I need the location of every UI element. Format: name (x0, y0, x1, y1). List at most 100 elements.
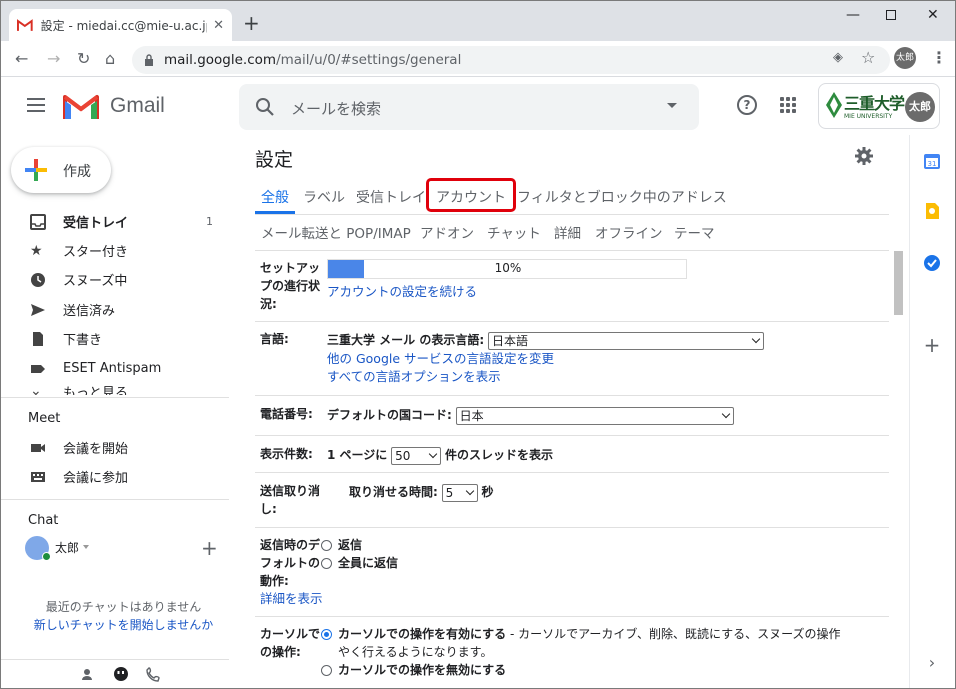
caret-down-icon[interactable] (83, 545, 89, 549)
settings-tabs-row1: 全般 ラベル 受信トレイ アカウント フィルタとブロック中のアドレス (255, 181, 889, 215)
nav-item-snoozed[interactable]: スヌーズ中 (1, 265, 229, 294)
search-input[interactable]: メールを検索 (291, 98, 381, 119)
chrome-menu-icon[interactable]: ⋮ (931, 48, 947, 67)
add-chat-icon[interactable]: + (201, 536, 218, 560)
add-addon-icon[interactable]: + (922, 335, 942, 355)
chat-user[interactable]: 太郎 + (25, 536, 225, 562)
minimize-icon[interactable]: — (846, 7, 860, 23)
search-icon[interactable] (255, 97, 275, 117)
start-chat-link[interactable]: 新しいチャットを開始しませんか (1, 616, 246, 633)
cursor-option-enable[interactable]: カーソルでの操作を有効にする - カーソルでアーカイブ、削除、既読にする、スヌー… (321, 625, 887, 643)
radio-reply[interactable] (321, 540, 332, 551)
back-icon[interactable]: ← (15, 49, 28, 68)
calendar-icon[interactable]: 31 (922, 151, 942, 171)
hangouts-icon[interactable] (114, 667, 128, 681)
person-icon[interactable] (82, 669, 92, 680)
setting-label: カーソルで の操作: (260, 627, 321, 659)
scrollbar-thumb[interactable] (894, 251, 903, 315)
tab-labels[interactable]: ラベル (303, 187, 345, 207)
window-close-icon[interactable]: ✕ (927, 7, 939, 23)
show-details-link[interactable]: 詳細を表示 (260, 590, 323, 607)
country-code-select[interactable]: 日本 (455, 406, 734, 425)
continue-setup-link[interactable]: アカウントの設定を続ける (327, 283, 477, 300)
tab-addons[interactable]: アドオン (420, 222, 474, 242)
language-select[interactable]: 日本語 (487, 331, 764, 350)
tab-advanced[interactable]: 詳細 (554, 222, 581, 242)
nav-label: スター付き (63, 245, 129, 260)
tab-filters[interactable]: フィルタとブロック中のアドレス (517, 187, 727, 207)
user-avatar[interactable]: 太郎 (905, 92, 935, 122)
chrome-profile-avatar[interactable]: 太郎 (894, 47, 916, 69)
all-lang-options-link[interactable]: すべての言語オプションを表示 (327, 368, 501, 385)
divider (1, 659, 229, 660)
chevron-down-icon (428, 449, 438, 458)
setting-page-size: 表示件数: 1 ページに 50 件のスレッドを表示 (255, 436, 889, 473)
bookmark-star-icon[interactable]: ☆ (861, 48, 875, 67)
main-menu-icon[interactable] (27, 98, 45, 112)
page-prefix: 1 ページに (327, 448, 388, 462)
reload-icon[interactable]: ↻ (77, 49, 90, 68)
nav-item-starred[interactable]: ★ スター付き (1, 236, 229, 265)
reply-option-reply-all[interactable]: 全員に返信 (321, 554, 398, 572)
radio-cursor-disable[interactable] (321, 665, 332, 676)
apps-grid-icon[interactable] (780, 97, 796, 113)
setting-label: 送信取り消 し: (260, 484, 321, 516)
compose-button[interactable]: 作成 (11, 147, 111, 193)
app-name: Gmail (110, 94, 165, 117)
eye-icon[interactable]: ◈ (833, 50, 843, 65)
url-path: /mail/u/0/#settings/general (276, 52, 462, 68)
tab-general[interactable]: 全般 (261, 187, 289, 207)
reply-option-reply[interactable]: 返信 (321, 536, 362, 554)
setting-label: 表示件数: (260, 447, 313, 461)
account-box[interactable]: 三重大学 MIE UNIVERSITY 太郎 (818, 83, 940, 129)
setting-cursor: カーソルで の操作: カーソルでの操作を有効にする - カーソルでアーカイブ、削除… (255, 617, 889, 688)
chevron-down-icon (751, 334, 761, 343)
forward-icon[interactable]: → (47, 49, 60, 68)
undo-prefix: 取り消せる時間: (349, 485, 438, 499)
browser-tab[interactable]: 設定 - miedai.cc@mie-u.ac.jp - 三 ✕ (9, 9, 232, 41)
compose-label: 作成 (63, 164, 91, 180)
nav-item-drafts[interactable]: 下書き (1, 324, 229, 353)
tab-offline[interactable]: オフライン (595, 222, 663, 242)
chevron-down-icon (465, 486, 474, 495)
page-size-select[interactable]: 50 (391, 446, 442, 465)
keep-icon[interactable] (922, 201, 942, 221)
tab-chat[interactable]: チャット (487, 222, 541, 242)
phone-icon[interactable] (146, 667, 160, 682)
chevron-right-icon[interactable]: › (922, 653, 942, 673)
undo-time-select[interactable]: 5 (441, 483, 478, 502)
meet-start[interactable]: 会議を開始 (1, 433, 229, 462)
other-lang-link[interactable]: 他の Google サービスの言語設定を変更 (327, 350, 554, 367)
tab-themes[interactable]: テーマ (674, 222, 715, 242)
url-text: mail.google.com/mail/u/0/#settings/gener… (164, 52, 461, 68)
setting-setup-progress: セットアッ プの進行状 況: 10% アカウントの設定を続ける (255, 251, 889, 322)
undo-suffix: 秒 (481, 485, 494, 499)
chat-tabs (82, 667, 160, 682)
address-bar: ← → ↻ ⌂ mail.google.com/mail/u/0/#settin… (1, 41, 955, 77)
meet-join[interactable]: 会議に参加 (1, 462, 229, 491)
new-tab-icon[interactable]: + (243, 11, 260, 35)
gear-icon[interactable] (855, 147, 873, 165)
maximize-icon[interactable] (886, 10, 896, 20)
tab-close-icon[interactable]: ✕ (213, 18, 224, 33)
keyboard-icon (31, 471, 45, 482)
meet-heading: Meet (28, 411, 61, 426)
help-icon[interactable]: ? (737, 95, 757, 115)
radio-cursor-enable[interactable] (321, 629, 332, 640)
university-logo-icon (826, 92, 842, 118)
setting-value: 1 ページに 50 件のスレッドを表示 (327, 446, 553, 465)
radio-reply-all[interactable] (321, 558, 332, 569)
cursor-option-disable[interactable]: カーソルでの操作を無効にする (321, 661, 506, 679)
home-icon[interactable]: ⌂ (105, 49, 115, 68)
chevron-down-icon: ⌄ (30, 383, 42, 395)
url-field[interactable]: mail.google.com/mail/u/0/#settings/gener… (132, 46, 890, 74)
nav-item-inbox[interactable]: 受信トレイ 1 (1, 207, 229, 236)
tab-inbox[interactable]: 受信トレイ (356, 187, 426, 207)
left-nav: 作成 受信トレイ 1 ★ スター付き スヌーズ中 送信済み 下書き ESET A… (1, 135, 229, 688)
search-box[interactable]: メールを検索 (239, 84, 699, 130)
nav-item-more[interactable]: ⌄ もっと見る (1, 379, 229, 395)
tasks-icon[interactable] (922, 253, 942, 273)
nav-item-sent[interactable]: 送信済み (1, 295, 229, 324)
tab-forwarding[interactable]: メール転送と POP/IMAP (261, 222, 411, 242)
search-options-icon[interactable] (667, 103, 677, 108)
